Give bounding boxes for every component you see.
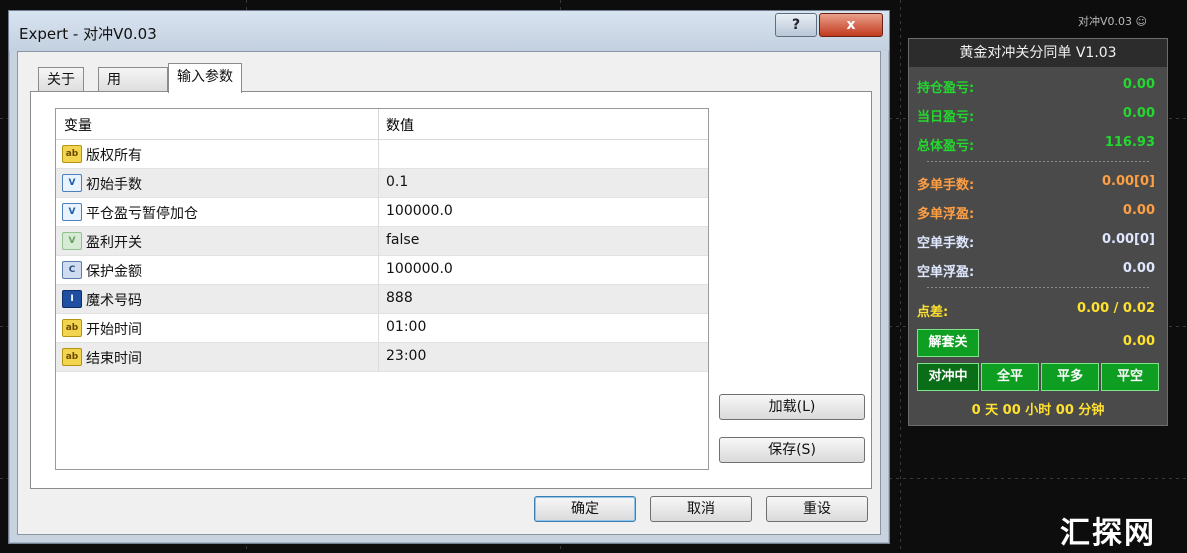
expert-properties-dialog: Expert - 对冲V0.03 ? x 关于 用 输入参数 变量 数值 ab … bbox=[8, 10, 890, 544]
bool-type-icon: V bbox=[62, 232, 82, 250]
tab-about[interactable]: 关于 bbox=[38, 67, 84, 92]
column-header-variable[interactable]: 变量 bbox=[64, 115, 92, 135]
unlock-toggle-button[interactable]: 解套关 bbox=[917, 329, 979, 357]
parameter-name: 开始时间 bbox=[86, 322, 142, 338]
parameter-name: 初始手数 bbox=[86, 177, 142, 193]
close-short-button[interactable]: 平空 bbox=[1101, 363, 1159, 391]
short-float-label: 空单浮盈: bbox=[917, 265, 975, 280]
parameter-name: 结束时间 bbox=[86, 351, 142, 367]
string-type-icon: ab bbox=[62, 319, 82, 337]
currency-type-icon: C bbox=[62, 261, 82, 279]
long-float-label: 多单浮盈: bbox=[917, 207, 975, 222]
short-float-row: 空单浮盈: 0.00 bbox=[917, 257, 1159, 281]
parameter-value[interactable]: 888 bbox=[386, 290, 413, 306]
expert-corner-label: 对冲V0.03 ☺ bbox=[1078, 13, 1147, 29]
ea-info-panel: 黄金对冲关分同单 V1.03 持仓盈亏: 0.00 当日盈亏: 0.00 总体盈… bbox=[908, 38, 1168, 426]
total-pnl-label: 总体盈亏: bbox=[917, 139, 975, 154]
tab-input-parameters[interactable]: 输入参数 bbox=[168, 63, 242, 93]
divider bbox=[927, 287, 1149, 288]
position-pnl-value: 0.00 bbox=[1122, 77, 1155, 92]
divider bbox=[927, 161, 1149, 162]
integer-type-icon: I bbox=[62, 290, 82, 308]
reset-button[interactable]: 重设 bbox=[766, 496, 868, 522]
parameter-value[interactable]: false bbox=[386, 232, 419, 248]
hedging-button[interactable]: 对冲中 bbox=[917, 363, 979, 391]
parameters-table: 变量 数值 ab 版权所有 V 初始手数 0.1 V 平仓盈亏暂停加仓 1000… bbox=[55, 108, 709, 470]
column-divider bbox=[378, 227, 379, 255]
ok-button[interactable]: 确定 bbox=[534, 496, 636, 522]
long-lots-row: 多单手数: 0.00[0] bbox=[917, 170, 1159, 194]
column-divider bbox=[378, 169, 379, 197]
double-type-icon: V bbox=[62, 203, 82, 221]
table-row[interactable]: V 平仓盈亏暂停加仓 100000.0 bbox=[56, 198, 708, 227]
column-divider bbox=[378, 256, 379, 284]
short-float-value: 0.00 bbox=[1122, 261, 1155, 276]
short-lots-value: 0.00[0] bbox=[1101, 232, 1155, 247]
expert-name: 对冲V0.03 bbox=[1078, 15, 1133, 28]
tab-common[interactable]: 用 bbox=[98, 67, 168, 92]
table-row[interactable]: V 盈利开关 false bbox=[56, 227, 708, 256]
short-lots-label: 空单手数: bbox=[917, 236, 975, 251]
parameter-value[interactable]: 0.1 bbox=[386, 174, 408, 190]
close-button[interactable]: x bbox=[819, 13, 883, 37]
parameter-name: 平仓盈亏暂停加仓 bbox=[86, 206, 198, 222]
spread-row: 点差: 0.00 / 0.02 bbox=[917, 297, 1159, 321]
column-divider[interactable] bbox=[378, 109, 379, 139]
table-row[interactable]: ab 开始时间 01:00 bbox=[56, 314, 708, 343]
long-lots-label: 多单手数: bbox=[917, 178, 975, 193]
parameter-name: 版权所有 bbox=[86, 148, 142, 164]
column-divider bbox=[378, 140, 379, 168]
tab-panel: 变量 数值 ab 版权所有 V 初始手数 0.1 V 平仓盈亏暂停加仓 1000… bbox=[30, 91, 872, 489]
spread-label: 点差: bbox=[917, 305, 949, 320]
daily-pnl-row: 当日盈亏: 0.00 bbox=[917, 102, 1159, 126]
long-lots-value: 0.00[0] bbox=[1101, 174, 1155, 189]
save-button[interactable]: 保存(S) bbox=[719, 437, 865, 463]
column-divider bbox=[378, 198, 379, 226]
long-float-row: 多单浮盈: 0.00 bbox=[917, 199, 1159, 223]
table-row[interactable]: ab 版权所有 bbox=[56, 140, 708, 169]
parameter-value[interactable]: 23:00 bbox=[386, 348, 426, 364]
column-divider bbox=[378, 343, 379, 371]
string-type-icon: ab bbox=[62, 348, 82, 366]
column-header-value[interactable]: 数值 bbox=[386, 115, 414, 135]
parameter-name: 魔术号码 bbox=[86, 293, 142, 309]
daily-pnl-label: 当日盈亏: bbox=[917, 110, 975, 125]
table-row[interactable]: C 保护金额 100000.0 bbox=[56, 256, 708, 285]
string-type-icon: ab bbox=[62, 145, 82, 163]
load-button[interactable]: 加载(L) bbox=[719, 394, 865, 420]
dialog-title: Expert - 对冲V0.03 bbox=[19, 25, 157, 43]
table-row[interactable]: V 初始手数 0.1 bbox=[56, 169, 708, 198]
help-button[interactable]: ? bbox=[775, 13, 817, 37]
position-pnl-row: 持仓盈亏: 0.00 bbox=[917, 73, 1159, 97]
title-bar[interactable]: Expert - 对冲V0.03 ? x bbox=[9, 11, 889, 51]
dialog-client-area: 关于 用 输入参数 变量 数值 ab 版权所有 V 初始手数 0.1 V 平仓盈… bbox=[17, 51, 881, 535]
close-all-button[interactable]: 全平 bbox=[981, 363, 1039, 391]
parameter-value[interactable]: 100000.0 bbox=[386, 261, 453, 277]
table-row[interactable]: I 魔术号码 888 bbox=[56, 285, 708, 314]
countdown-timer: 0 天 00 小时 00 分钟 bbox=[971, 403, 1105, 418]
short-lots-row: 空单手数: 0.00[0] bbox=[917, 228, 1159, 252]
position-pnl-label: 持仓盈亏: bbox=[917, 81, 975, 96]
spread-value: 0.00 / 0.02 bbox=[1077, 301, 1155, 316]
close-long-button[interactable]: 平多 bbox=[1041, 363, 1099, 391]
daily-pnl-value: 0.00 bbox=[1122, 106, 1155, 121]
column-divider bbox=[378, 314, 379, 342]
double-type-icon: V bbox=[62, 174, 82, 192]
parameter-name: 盈利开关 bbox=[86, 235, 142, 251]
table-header: 变量 数值 bbox=[56, 109, 708, 140]
ea-panel-title: 黄金对冲关分同单 V1.03 bbox=[909, 39, 1167, 67]
column-divider bbox=[378, 285, 379, 313]
long-float-value: 0.00 bbox=[1122, 203, 1155, 218]
parameter-name: 保护金额 bbox=[86, 264, 142, 280]
parameter-value[interactable]: 100000.0 bbox=[386, 203, 453, 219]
cancel-button[interactable]: 取消 bbox=[650, 496, 752, 522]
unlock-value: 0.00 bbox=[1122, 334, 1155, 349]
total-pnl-value: 116.93 bbox=[1104, 135, 1155, 150]
total-pnl-row: 总体盈亏: 116.93 bbox=[917, 131, 1159, 155]
table-row[interactable]: ab 结束时间 23:00 bbox=[56, 343, 708, 372]
grid-line bbox=[900, 0, 901, 553]
watermark-logo: 汇探网 bbox=[1060, 516, 1156, 551]
smiley-icon: ☺ bbox=[1135, 15, 1147, 28]
parameter-value[interactable]: 01:00 bbox=[386, 319, 426, 335]
